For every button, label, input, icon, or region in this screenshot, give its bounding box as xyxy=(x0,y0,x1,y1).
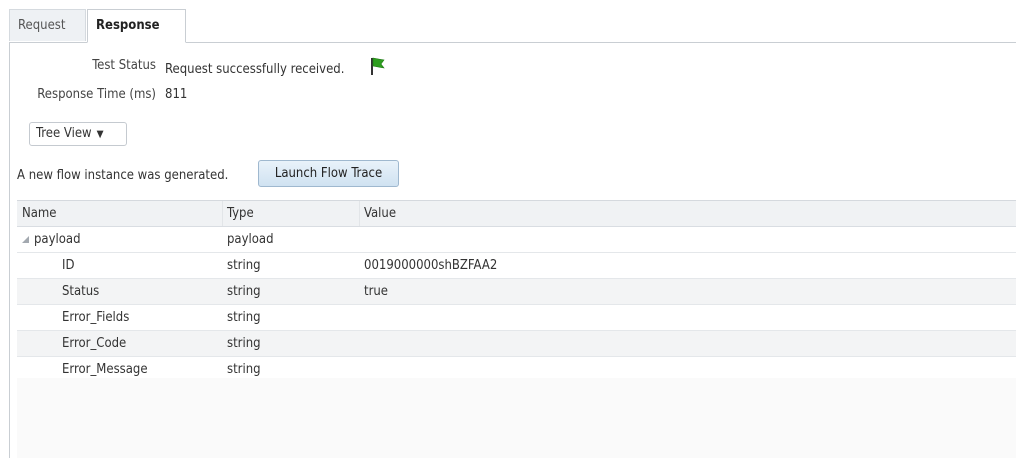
row-name: Status xyxy=(62,284,100,299)
view-mode-select[interactable]: Tree View ▼ xyxy=(29,122,127,146)
row-value: true xyxy=(364,284,389,299)
table-row[interactable]: Status string true xyxy=(17,279,1016,305)
response-time-value: 811 xyxy=(165,87,188,102)
row-name: ID xyxy=(62,258,75,273)
response-tree-table: Name Type Value payload payload ID strin… xyxy=(17,200,1016,458)
tab-bar: Request Response xyxy=(9,9,1016,43)
column-header-value[interactable]: Value xyxy=(359,201,759,226)
table-row[interactable]: Error_Code string xyxy=(17,331,1016,357)
table-header: Name Type Value xyxy=(17,201,1016,227)
flow-instance-message: A new flow instance was generated. xyxy=(17,168,229,183)
test-status-value: Request successfully received. xyxy=(165,62,345,77)
table-empty-area xyxy=(17,378,1016,458)
row-value: 0019000000shBZFAA2 xyxy=(364,258,498,273)
dropdown-arrow-icon: ▼ xyxy=(96,129,104,140)
column-header-type[interactable]: Type xyxy=(222,201,359,226)
row-type: string xyxy=(227,336,261,351)
tab-request[interactable]: Request xyxy=(9,9,86,41)
row-name: Error_Code xyxy=(62,336,127,351)
expanded-triangle-icon[interactable] xyxy=(22,236,29,243)
column-header-name[interactable]: Name xyxy=(17,201,222,226)
table-row[interactable]: Error_Fields string xyxy=(17,305,1016,331)
table-row[interactable]: ID string 0019000000shBZFAA2 xyxy=(17,253,1016,279)
view-mode-selected: Tree View xyxy=(36,126,92,141)
row-name: payload xyxy=(34,232,81,247)
response-time-label: Response Time (ms) xyxy=(37,87,156,102)
tab-response[interactable]: Response xyxy=(87,9,186,43)
test-status-label: Test Status xyxy=(92,58,156,73)
row-name: Error_Fields xyxy=(62,310,130,325)
row-type: string xyxy=(227,310,261,325)
row-type: string xyxy=(227,258,261,273)
content-panel-border xyxy=(9,42,10,458)
row-type: string xyxy=(227,284,261,299)
tester-window: Request Response Test Status Request suc… xyxy=(0,0,1016,458)
table-row[interactable]: payload payload xyxy=(17,227,1016,253)
row-type: payload xyxy=(227,232,274,247)
launch-flow-trace-button[interactable]: Launch Flow Trace xyxy=(258,160,399,187)
green-flag-icon xyxy=(370,56,386,76)
